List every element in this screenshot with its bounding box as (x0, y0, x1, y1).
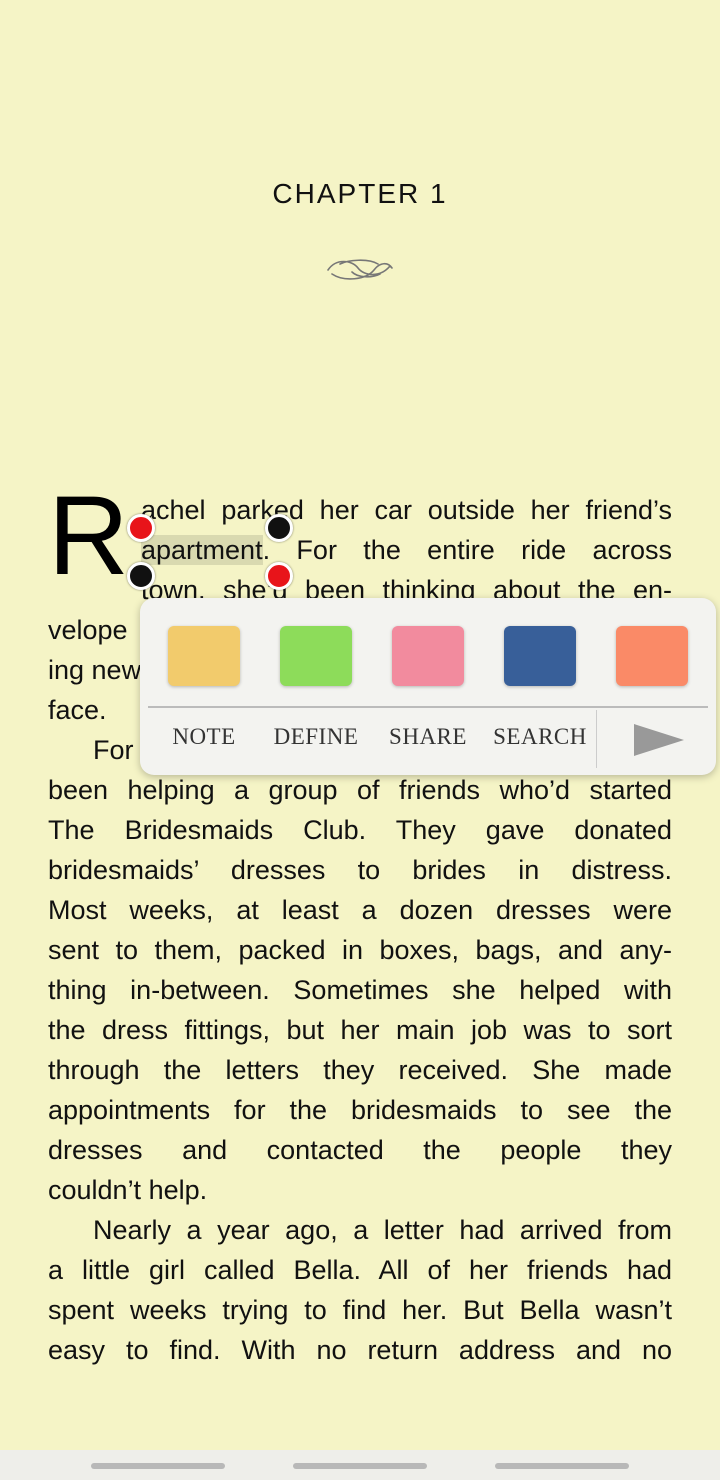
define-button[interactable]: DEFINE (260, 724, 372, 750)
text-line: appointments for the bridesmaids to see … (48, 1095, 672, 1125)
text-line: spent weeks trying to find her. But Bell… (48, 1295, 672, 1325)
selection-start-handle-bottom[interactable] (127, 562, 155, 590)
drop-cap: R (48, 473, 129, 598)
highlight-color-pink[interactable] (392, 626, 464, 686)
selection-popup: NOTE DEFINE SHARE SEARCH (140, 598, 716, 775)
text-line: Most weeks, at least a dozen dresses wer… (48, 895, 672, 925)
text-line: Nearly a year ago, a letter had arrived … (93, 1215, 672, 1245)
text-line: the dress fittings, but her main job was… (48, 1015, 672, 1045)
text-line: sent to them, packed in boxes, bags, and… (48, 935, 672, 965)
text-line: through the letters they received. She m… (48, 1055, 672, 1085)
highlight-color-blue[interactable] (504, 626, 576, 686)
flourish-ornament-icon (327, 259, 393, 280)
text-line: a little girl called Bella. All of her f… (48, 1255, 672, 1285)
note-button[interactable]: NOTE (148, 724, 260, 750)
nav-indicator-right[interactable] (495, 1463, 629, 1469)
bottom-nav-bar (0, 1450, 720, 1480)
highlight-color-green[interactable] (280, 626, 352, 686)
highlight-color-yellow[interactable] (168, 626, 240, 686)
text-line: The Bridesmaids Club. They gave donated (48, 815, 672, 845)
text-line: been helping a group of friends who’d st… (48, 775, 672, 805)
text-line: thing in-between. Sometimes she helped w… (48, 975, 672, 1005)
nav-indicator-left[interactable] (91, 1463, 225, 1469)
text-line: dresses and contacted the people they (48, 1135, 672, 1165)
search-button[interactable]: SEARCH (484, 724, 596, 750)
nav-indicator-center[interactable] (293, 1463, 427, 1469)
text-line: couldn’t help. (48, 1175, 208, 1205)
share-button[interactable]: SHARE (372, 724, 484, 750)
text-line: bridesmaids’ dresses to brides in distre… (48, 855, 672, 885)
selection-end-handle[interactable] (265, 562, 293, 590)
popup-divider (148, 706, 708, 708)
selection-end-handle-top[interactable] (265, 514, 293, 542)
text-line: easy to find. With no return address and… (48, 1335, 672, 1365)
chapter-title: CHAPTER 1 (272, 178, 448, 209)
popup-vertical-divider (596, 710, 597, 768)
selected-word[interactable]: apartment (141, 535, 263, 565)
highlight-color-orange[interactable] (616, 626, 688, 686)
play-arrow-icon[interactable] (630, 720, 690, 760)
selection-start-handle[interactable] (127, 514, 155, 542)
